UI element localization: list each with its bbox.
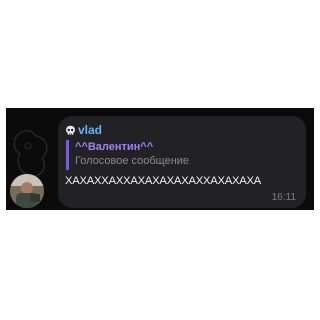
sender-name[interactable]: vlad xyxy=(78,123,102,137)
reply-quote[interactable]: ^^Валентин^^ Голосовое сообщение xyxy=(66,140,266,170)
message-text: ХАХАХХАХХАХАХАХАХАХХАХАХАХА xyxy=(65,175,262,187)
message-time: 16:11 xyxy=(271,192,296,203)
message-bubble[interactable]: vlad ^^Валентин^^ Голосовое сообщение ХА… xyxy=(58,116,306,208)
sender-row[interactable]: vlad xyxy=(65,123,102,137)
skull-icon xyxy=(65,125,76,136)
wallpaper-doodle-icon xyxy=(13,130,48,177)
avatar[interactable] xyxy=(10,174,44,208)
reply-author: ^^Валентин^^ xyxy=(75,141,154,153)
reply-text: Голосовое сообщение xyxy=(75,155,190,167)
